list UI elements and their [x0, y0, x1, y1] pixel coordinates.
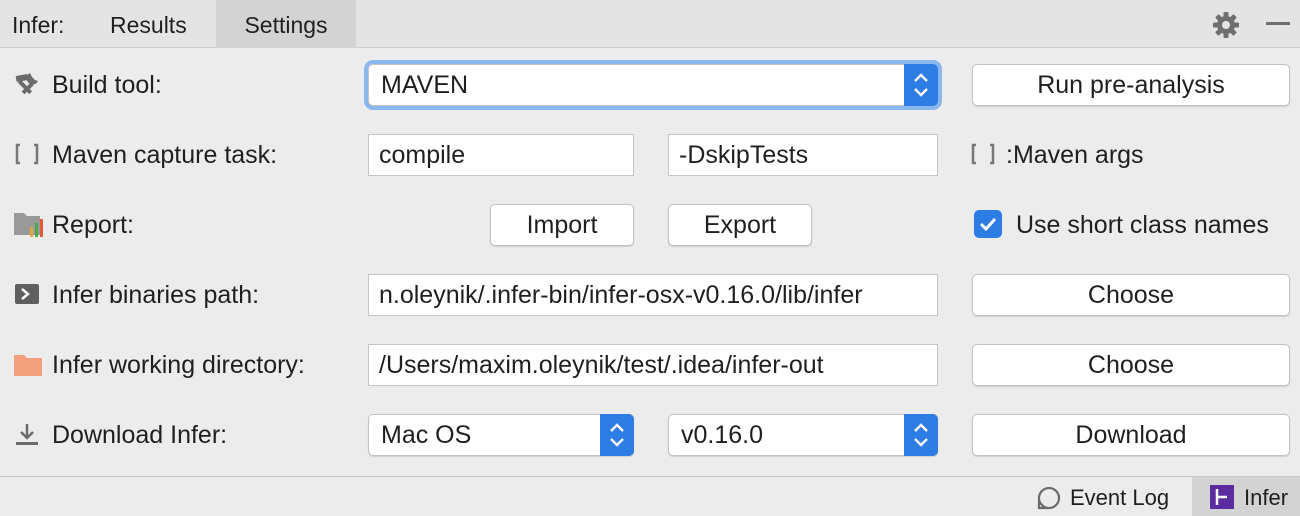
working-directory-input[interactable]: /Users/maxim.oleynik/test/.idea/infer-ou… [368, 344, 938, 386]
folder-icon [14, 355, 42, 376]
maven-args-input[interactable]: -DskipTests [668, 134, 938, 176]
select-stepper-icon[interactable] [904, 414, 938, 456]
event-log-button[interactable]: Event Log [1036, 477, 1169, 516]
gear-icon[interactable] [1212, 11, 1240, 39]
short-class-names-label[interactable]: Use short class names [1016, 210, 1269, 240]
minimize-icon[interactable] [1266, 22, 1290, 25]
version-value: v0.16.0 [681, 421, 764, 449]
infer-working-directory-label: Infer working directory: [52, 351, 305, 379]
download-button[interactable]: Download [972, 414, 1290, 456]
event-log-icon [1037, 486, 1061, 510]
infer-tool-button[interactable]: Infer [1192, 477, 1300, 516]
checkmark-icon [979, 217, 997, 232]
tool-window-title: Infer: [12, 12, 65, 38]
event-log-label: Event Log [1070, 485, 1170, 510]
select-stepper-icon[interactable] [904, 64, 938, 106]
terminal-icon [15, 284, 39, 304]
infer-binaries-path-label: Infer binaries path: [52, 281, 260, 309]
capture-task-input[interactable]: compile [368, 134, 634, 176]
tab-results[interactable]: Results [86, 0, 211, 48]
os-value: Mac OS [381, 421, 472, 449]
os-select[interactable]: Mac OS [368, 414, 634, 456]
report-label: Report: [52, 211, 134, 239]
build-tool-label: Build tool: [52, 71, 162, 99]
choose-working-directory-button[interactable]: Choose [972, 344, 1290, 386]
maven-capture-task-label: Maven capture task: [52, 141, 278, 169]
build-tool-value: MAVEN [381, 71, 469, 99]
tool-window-header: Infer: Results Settings [0, 0, 1300, 48]
infer-tool-label: Infer [1244, 485, 1289, 510]
select-stepper-icon[interactable] [600, 414, 634, 456]
status-bar: Event Log Infer [0, 476, 1300, 516]
tab-settings[interactable]: Settings [216, 0, 356, 48]
download-infer-label: Download Infer: [52, 421, 228, 449]
binaries-path-input[interactable]: n.oleynik/.infer-bin/infer-osx-v0.16.0/l… [368, 274, 938, 316]
version-select[interactable]: v0.16.0 [668, 414, 938, 456]
wrench-hammer-icon [15, 73, 38, 95]
infer-logo-icon [1210, 485, 1234, 509]
export-button[interactable]: Export [668, 204, 812, 246]
bracket-icon [15, 143, 39, 165]
build-tool-select[interactable]: MAVEN [364, 60, 942, 110]
choose-binaries-button[interactable]: Choose [972, 274, 1290, 316]
maven-args-label: :Maven args [1006, 141, 1144, 169]
run-pre-analysis-button[interactable]: Run pre-analysis [972, 64, 1290, 106]
bracket-icon [971, 143, 995, 165]
import-button[interactable]: Import [490, 204, 634, 246]
report-folder-icon [14, 213, 43, 237]
download-icon [16, 424, 38, 445]
short-class-names-checkbox[interactable] [974, 210, 1002, 238]
